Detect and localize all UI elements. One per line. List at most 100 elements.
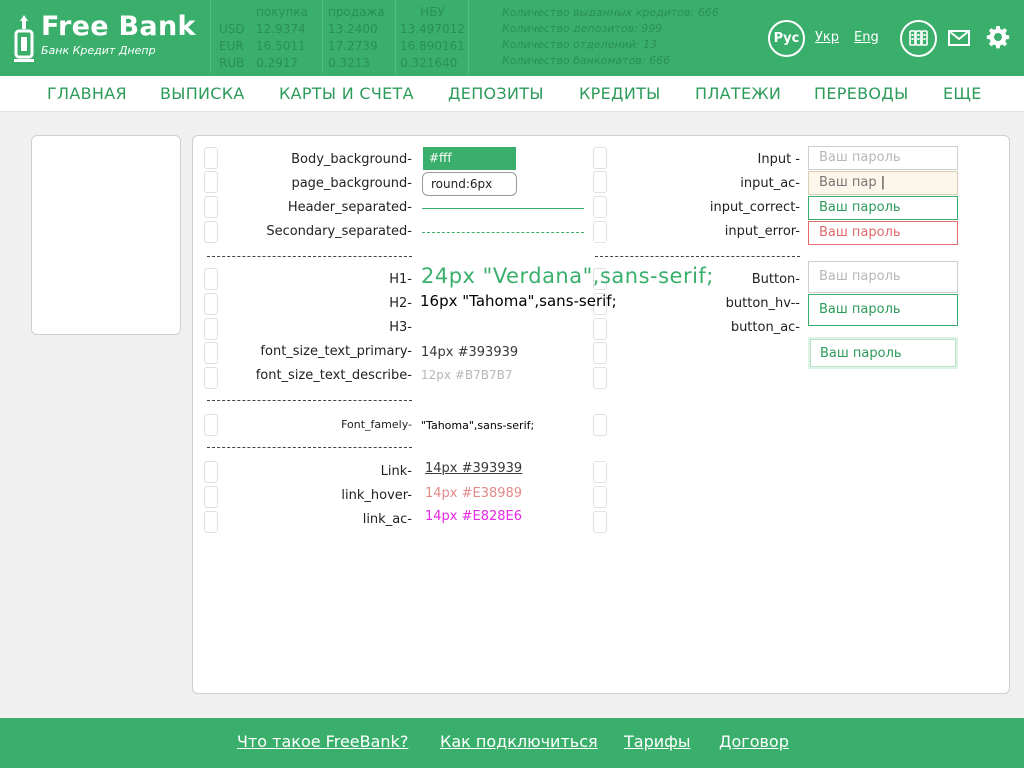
lang-ru-button[interactable]: Рус bbox=[768, 20, 805, 57]
nav-item-credits[interactable]: КРЕДИТЫ bbox=[579, 84, 661, 103]
brand-subtitle: Банк Кредит Днепр bbox=[41, 44, 156, 57]
lang-ukr-link[interactable]: Укр bbox=[815, 30, 839, 45]
gear-icon[interactable] bbox=[986, 25, 1010, 49]
section-separator bbox=[207, 447, 412, 448]
link-sample[interactable]: 14px #393939 bbox=[425, 461, 522, 476]
body-background-swatch: #fff bbox=[423, 147, 516, 170]
calculator-button[interactable] bbox=[900, 20, 937, 57]
nav-item-deposits[interactable]: ДЕПОЗИТЫ bbox=[448, 84, 544, 103]
guide-checkbox[interactable] bbox=[204, 196, 218, 218]
guide-checkbox[interactable] bbox=[593, 486, 607, 508]
nav-item-statement[interactable]: ВЫПИСКА bbox=[160, 84, 245, 103]
typed-text: Ваш пар bbox=[819, 175, 877, 190]
guide-checkbox[interactable] bbox=[204, 486, 218, 508]
font-family-sample: "Tahoma",sans-serif; bbox=[421, 419, 535, 432]
lang-eng-link[interactable]: Eng bbox=[854, 30, 879, 45]
guide-checkbox[interactable] bbox=[593, 367, 607, 389]
guide-checkbox[interactable] bbox=[593, 196, 607, 218]
guide-checkbox[interactable] bbox=[204, 268, 218, 290]
label-font-family: Font_famely- bbox=[341, 418, 412, 431]
footer-link-connect[interactable]: Как подключиться bbox=[440, 732, 598, 751]
guide-checkbox[interactable] bbox=[204, 318, 218, 340]
footer-link-about[interactable]: Что такое FreeBank? bbox=[237, 732, 408, 751]
rate-value: 13.2400 bbox=[328, 22, 378, 36]
bank-stats: Количество выданных кредитов: 666 Количе… bbox=[502, 5, 719, 69]
password-input-correct[interactable]: Ваш пароль bbox=[808, 196, 958, 220]
link-hover-sample[interactable]: 14px #E38989 bbox=[425, 486, 522, 501]
logo[interactable]: Free Bank Банк Кредит Днепр bbox=[14, 11, 196, 63]
guide-checkbox[interactable] bbox=[204, 367, 218, 389]
guide-checkbox[interactable] bbox=[204, 414, 218, 436]
guide-checkbox[interactable] bbox=[204, 342, 218, 364]
guide-checkbox[interactable] bbox=[204, 293, 218, 315]
label-input-correct: input_correct- bbox=[709, 200, 800, 215]
nav-item-cards[interactable]: КАРТЫ И СЧЕТА bbox=[279, 84, 414, 103]
sample-button-active[interactable]: Ваш пароль bbox=[808, 337, 958, 369]
nav-item-home[interactable]: ГЛАВНАЯ bbox=[47, 84, 127, 103]
label-button-active: button_ac- bbox=[730, 320, 800, 335]
section-separator bbox=[207, 400, 412, 401]
nav-item-transfers[interactable]: ПЕРЕВОДЫ bbox=[814, 84, 909, 103]
guide-checkbox[interactable] bbox=[593, 511, 607, 533]
stat-line: Количество банкоматов: 666 bbox=[502, 54, 671, 67]
label-text-primary: font_size_text_primary- bbox=[260, 344, 412, 359]
text-describe-sample: 12px #B7B7B7 bbox=[421, 368, 513, 382]
label-h1: H1- bbox=[389, 272, 412, 287]
mail-icon[interactable] bbox=[948, 30, 970, 46]
label-h2: H2- bbox=[389, 296, 412, 311]
footer: Что такое FreeBank? Как подключиться Тар… bbox=[0, 718, 1024, 768]
main-nav: ГЛАВНАЯ ВЫПИСКА КАРТЫ И СЧЕТА ДЕПОЗИТЫ К… bbox=[0, 74, 1024, 112]
password-input[interactable]: Ваш пароль bbox=[808, 146, 958, 170]
password-input-active[interactable]: Ваш пар | bbox=[808, 171, 958, 195]
guide-checkbox[interactable] bbox=[204, 511, 218, 533]
guide-checkbox[interactable] bbox=[593, 461, 607, 483]
rates-buy-header: покупка bbox=[256, 5, 308, 19]
rate-value: 0.3213 bbox=[328, 56, 370, 70]
guide-checkbox[interactable] bbox=[593, 342, 607, 364]
brand-name: Free Bank bbox=[41, 11, 196, 42]
guide-checkbox[interactable] bbox=[204, 221, 218, 243]
rate-value: 0.321640 bbox=[400, 56, 458, 70]
h1-sample: 24px "Verdana",sans-serif; bbox=[421, 264, 714, 288]
label-secondary-separated: Secondary_separated- bbox=[266, 224, 412, 239]
label-input-active: input_ac- bbox=[740, 176, 800, 191]
footer-link-contract[interactable]: Договор bbox=[719, 732, 789, 751]
label-button: Button- bbox=[751, 272, 800, 287]
sample-button-hover[interactable]: Ваш пароль bbox=[808, 294, 958, 326]
nav-item-more[interactable]: ЕЩЕ bbox=[943, 84, 982, 103]
rates-sell-header: продажа bbox=[328, 5, 385, 19]
page-background-swatch: round:6px bbox=[422, 172, 517, 196]
currency-code: USD bbox=[219, 22, 245, 36]
nav-item-payments[interactable]: ПЛАТЕЖИ bbox=[695, 84, 781, 103]
label-link-hover: link_hover- bbox=[341, 488, 412, 503]
password-input-error[interactable]: Ваш пароль bbox=[808, 221, 958, 245]
label-link-active: link_ac- bbox=[362, 512, 412, 527]
section-separator bbox=[207, 256, 412, 257]
header: Free Bank Банк Кредит Днепр USD EUR RUB … bbox=[0, 0, 1024, 74]
label-input-error: input_error- bbox=[724, 224, 800, 239]
stat-line: Количество депозитов: 999 bbox=[502, 22, 663, 35]
footer-link-tariffs[interactable]: Тарифы bbox=[624, 732, 690, 751]
rate-value: 0.2917 bbox=[256, 56, 298, 70]
label-link: Link- bbox=[380, 464, 412, 479]
guide-checkbox[interactable] bbox=[593, 221, 607, 243]
currency-code: RUB bbox=[219, 56, 245, 70]
text-primary-sample: 14px #393939 bbox=[421, 345, 519, 360]
label-body-background: Body_background- bbox=[291, 152, 412, 167]
rate-value: 16.890161 bbox=[400, 39, 465, 53]
section-separator bbox=[595, 256, 800, 257]
guide-checkbox[interactable] bbox=[593, 171, 607, 193]
guide-checkbox[interactable] bbox=[204, 147, 218, 169]
header-divider bbox=[210, 0, 211, 74]
rates-nbu-column: НБУ 13.497012 16.890161 0.321640 bbox=[400, 4, 465, 72]
guide-checkbox[interactable] bbox=[593, 147, 607, 169]
guide-checkbox[interactable] bbox=[204, 171, 218, 193]
rate-value: 13.497012 bbox=[400, 22, 465, 36]
guide-checkbox[interactable] bbox=[593, 318, 607, 340]
exchange-rates: USD EUR RUB покупка 12.9374 16.5011 0.29… bbox=[213, 0, 503, 74]
guide-checkbox[interactable] bbox=[593, 414, 607, 436]
link-active-sample[interactable]: 14px #E828E6 bbox=[425, 509, 522, 524]
calculator-icon bbox=[909, 30, 928, 46]
guide-checkbox[interactable] bbox=[204, 461, 218, 483]
sample-button[interactable]: Ваш пароль bbox=[808, 261, 958, 293]
